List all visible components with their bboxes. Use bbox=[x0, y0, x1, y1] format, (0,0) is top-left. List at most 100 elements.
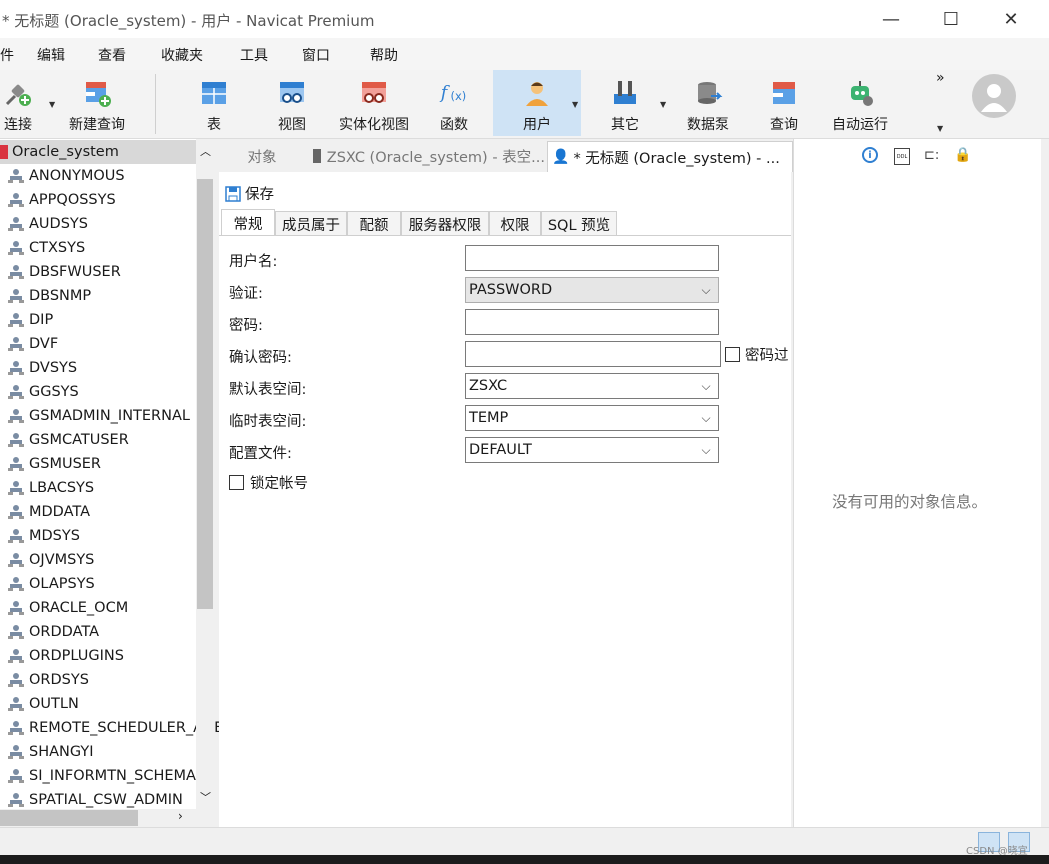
tree-item-user[interactable]: OUTLN bbox=[0, 692, 196, 716]
lock-account-checkbox[interactable]: 锁定帐号 bbox=[229, 472, 308, 493]
tab-quota[interactable]: 配额 bbox=[347, 211, 401, 236]
tree-item-user[interactable]: ORDDATA bbox=[0, 620, 196, 644]
menu-view[interactable]: 查看 bbox=[98, 45, 126, 65]
tree-item-user[interactable]: OLAPSYS bbox=[0, 572, 196, 596]
tree-item-user[interactable]: GSMUSER bbox=[0, 452, 196, 476]
profile-select[interactable]: DEFAULT ⌵ bbox=[465, 437, 719, 463]
menu-tools[interactable]: 工具 bbox=[240, 45, 268, 65]
status-bar: CSDN @晓宜 bbox=[0, 827, 1049, 857]
tree-item-user[interactable]: OJVMSYS bbox=[0, 548, 196, 572]
password-expire-checkbox[interactable]: 密码过 bbox=[725, 344, 791, 365]
tab-server-privileges[interactable]: 服务器权限 bbox=[401, 211, 489, 236]
menu-file[interactable]: 件 bbox=[0, 45, 14, 65]
tab-general[interactable]: 常规 bbox=[221, 209, 275, 236]
username-input[interactable] bbox=[465, 245, 719, 271]
tree-item-label: ORACLE_OCM bbox=[29, 600, 129, 616]
user-schema-icon bbox=[8, 505, 24, 519]
tree-item-user[interactable]: REMOTE_SCHEDULER_AGENT bbox=[0, 716, 243, 740]
tree-item-user[interactable]: DBSFWUSER bbox=[0, 260, 196, 284]
lock-icon[interactable]: 🔒 bbox=[954, 147, 971, 163]
menu-edit[interactable]: 编辑 bbox=[37, 45, 65, 65]
dependency-icon[interactable]: ⊏: bbox=[924, 148, 939, 163]
function-button[interactable]: f (x) 函数 bbox=[430, 70, 478, 136]
avatar[interactable] bbox=[972, 74, 1016, 118]
data-pump-button[interactable]: 数据泵 bbox=[680, 70, 736, 136]
ddl-icon[interactable]: DDL bbox=[894, 148, 910, 165]
new-query-button[interactable]: 新建查询 bbox=[62, 70, 132, 136]
minimize-button[interactable]: — bbox=[868, 0, 914, 38]
tree-item-user[interactable]: GSMCATUSER bbox=[0, 428, 196, 452]
materialized-view-button[interactable]: 实体化视图 bbox=[333, 70, 415, 136]
new-query-label: 新建查询 bbox=[69, 117, 125, 133]
tree-item-user[interactable]: DIP bbox=[0, 308, 196, 332]
tree-item-user[interactable]: LBACSYS bbox=[0, 476, 196, 500]
other-button[interactable]: 其它 bbox=[600, 70, 650, 136]
other-dropdown-icon[interactable]: ▼ bbox=[660, 100, 666, 109]
tree-item-user[interactable]: MDSYS bbox=[0, 524, 196, 548]
connect-button[interactable]: 连接 bbox=[0, 70, 36, 136]
close-button[interactable]: ✕ bbox=[988, 0, 1034, 38]
tree-item-user[interactable]: GGSYS bbox=[0, 380, 196, 404]
tree-item-user[interactable]: DVSYS bbox=[0, 356, 196, 380]
hscroll-thumb[interactable] bbox=[0, 810, 138, 826]
view-button[interactable]: 视图 bbox=[264, 70, 320, 136]
tree-item-user[interactable]: SHANGYI bbox=[0, 740, 196, 764]
connect-label: 连接 bbox=[4, 117, 32, 133]
scroll-thumb[interactable] bbox=[197, 179, 213, 609]
tab-sql-preview[interactable]: SQL 预览 bbox=[541, 211, 617, 236]
tree-item-user[interactable]: MDDATA bbox=[0, 500, 196, 524]
tree-item-user[interactable]: ORDSYS bbox=[0, 668, 196, 692]
tree-root-connection[interactable]: Oracle_system bbox=[0, 140, 196, 164]
info-icon[interactable]: i bbox=[862, 147, 878, 163]
menu-favorites[interactable]: 收藏夹 bbox=[161, 45, 203, 65]
lock-account-box[interactable] bbox=[229, 475, 244, 490]
toolbar-more-button[interactable]: » bbox=[936, 70, 945, 86]
password-input[interactable] bbox=[465, 309, 719, 335]
tab-objects[interactable]: 对象 bbox=[219, 141, 305, 171]
user-schema-icon bbox=[8, 745, 24, 759]
tree-item-user[interactable]: ANONYMOUS bbox=[0, 164, 196, 188]
user-schema-icon bbox=[8, 481, 24, 495]
auth-select[interactable]: PASSWORD ⌵ bbox=[465, 277, 719, 303]
tree-item-user[interactable]: CTXSYS bbox=[0, 236, 196, 260]
query-label: 查询 bbox=[770, 117, 798, 133]
tab-new-user[interactable]: 👤 * 无标题 (Oracle_system) - ... bbox=[547, 141, 793, 172]
save-button[interactable]: 保存 bbox=[225, 183, 274, 204]
tree-item-label: DBSFWUSER bbox=[29, 264, 121, 280]
subtab-divider bbox=[219, 235, 791, 236]
toolbar-overflow-dropdown-icon[interactable]: ▼ bbox=[937, 124, 943, 133]
tab-member-of[interactable]: 成员属于 bbox=[275, 211, 347, 236]
query-icon bbox=[769, 78, 799, 108]
user-schema-icon bbox=[8, 361, 24, 375]
table-button[interactable]: 表 bbox=[186, 70, 242, 136]
scroll-right-icon[interactable]: › bbox=[178, 809, 183, 823]
scroll-up-icon[interactable]: ︿ bbox=[200, 143, 211, 159]
tree-item-user[interactable]: DBSNMP bbox=[0, 284, 196, 308]
automation-button[interactable]: 自动运行 bbox=[828, 70, 892, 136]
maximize-button[interactable]: ☐ bbox=[928, 0, 974, 38]
tree-item-user[interactable]: APPQOSSYS bbox=[0, 188, 196, 212]
temp-tablespace-select[interactable]: TEMP ⌵ bbox=[465, 405, 719, 431]
menu-window[interactable]: 窗口 bbox=[302, 45, 330, 65]
tree-horizontal-scrollbar[interactable]: › bbox=[0, 809, 196, 827]
tab-privileges[interactable]: 权限 bbox=[489, 211, 541, 236]
tree-item-user[interactable]: DVF bbox=[0, 332, 196, 356]
tree-item-user[interactable]: GSMADMIN_INTERNAL bbox=[0, 404, 196, 428]
scroll-down-icon[interactable]: ﹀ bbox=[200, 789, 211, 805]
avatar-icon bbox=[981, 84, 1007, 112]
tab-tablespace[interactable]: ZSXC (Oracle_system) - 表空... bbox=[307, 141, 545, 171]
password-expire-box[interactable] bbox=[725, 347, 740, 362]
tree-item-user[interactable]: SI_INFORMTN_SCHEMA bbox=[0, 764, 196, 788]
menu-help[interactable]: 帮助 bbox=[370, 45, 398, 65]
tree-vertical-scrollbar[interactable]: ︿ ﹀ bbox=[196, 139, 214, 809]
tree-item-user[interactable]: ORACLE_OCM bbox=[0, 596, 196, 620]
tree-item-user[interactable]: ORDPLUGINS bbox=[0, 644, 196, 668]
tree-item-user[interactable]: AUDSYS bbox=[0, 212, 196, 236]
user-dropdown-icon[interactable]: ▼ bbox=[572, 100, 578, 109]
user-button[interactable]: 用户 bbox=[493, 70, 581, 136]
connect-dropdown-icon[interactable]: ▼ bbox=[49, 100, 55, 109]
profile-value: DEFAULT bbox=[469, 442, 532, 458]
confirm-password-input[interactable] bbox=[465, 341, 721, 367]
default-tablespace-select[interactable]: ZSXC ⌵ bbox=[465, 373, 719, 399]
query-button[interactable]: 查询 bbox=[762, 70, 806, 136]
